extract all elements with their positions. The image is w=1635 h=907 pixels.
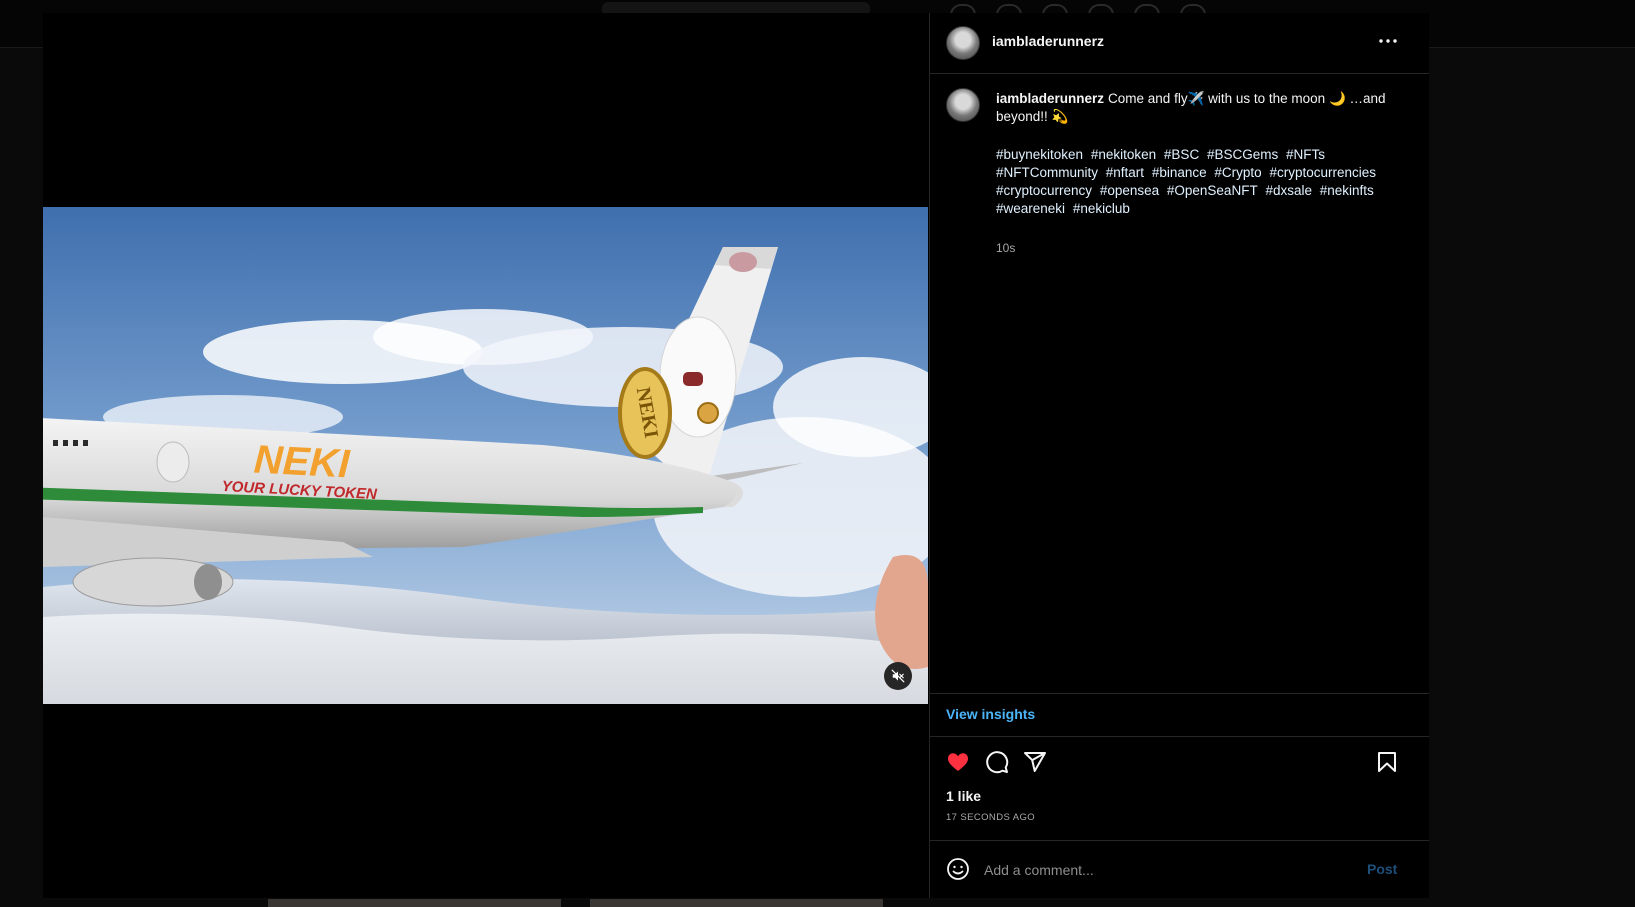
insights-row: View insights (930, 693, 1429, 737)
comment-input[interactable] (982, 858, 1356, 882)
header-username[interactable]: iambladerunnerz (992, 33, 1104, 49)
hashtag-link[interactable]: #OpenSeaNFT (1167, 183, 1258, 198)
hashtag-link[interactable]: #Crypto (1214, 165, 1261, 180)
emoji-button[interactable] (944, 855, 972, 883)
hashtag-link[interactable]: #nftart (1106, 165, 1144, 180)
more-horizontal-icon (1379, 39, 1397, 43)
hashtag-link[interactable]: #BSCGems (1207, 147, 1278, 162)
post-media: NEKI NEKI YOUR LUCKY TOKEN (43, 13, 928, 898)
hashtag-link[interactable]: #nekiclub (1073, 201, 1130, 216)
background-grid-thumbnail (590, 899, 883, 907)
more-options-button[interactable] (1376, 29, 1400, 53)
hashtag-link[interactable]: #opensea (1100, 183, 1159, 198)
hashtag-link[interactable]: #buynekitoken (996, 147, 1083, 162)
save-button[interactable] (1373, 748, 1401, 776)
avatar[interactable] (946, 26, 980, 60)
hashtag-link[interactable]: #NFTCommunity (996, 165, 1098, 180)
post-caption: iambladerunnerz Come and fly✈️ with us to… (996, 90, 1401, 126)
share-button[interactable] (1021, 748, 1049, 776)
hashtag-link[interactable]: #NFTs (1286, 147, 1325, 162)
hashtag-link[interactable]: #binance (1152, 165, 1207, 180)
hashtag-link[interactable]: #cryptocurrency (996, 183, 1092, 198)
post-header: iambladerunnerz (930, 13, 1429, 74)
speaker-muted-icon (891, 669, 905, 683)
caption-avatar[interactable] (946, 88, 980, 122)
background-grid-thumbnail (268, 899, 561, 907)
comment-button[interactable] (983, 748, 1011, 776)
hashtag-link[interactable]: #nekitoken (1091, 147, 1156, 162)
livery-title: NEKI (253, 438, 352, 487)
hashtag-link[interactable]: #nekinfts (1320, 183, 1374, 198)
hashtag-list: #buynekitoken #nekitoken #BSC #BSCGems #… (996, 146, 1401, 218)
video-player[interactable]: NEKI NEKI YOUR LUCKY TOKEN (43, 207, 928, 704)
hashtag-link[interactable]: #dxsale (1265, 183, 1312, 198)
view-insights-link[interactable]: View insights (946, 706, 1035, 722)
mute-toggle-button[interactable] (884, 662, 912, 690)
post-comment-button[interactable]: Post (1367, 861, 1397, 877)
comment-icon (986, 751, 1009, 774)
heart-icon (948, 753, 968, 771)
post-modal: NEKI NEKI YOUR LUCKY TOKEN iambladerunne… (43, 13, 1429, 898)
smiley-icon (947, 858, 969, 880)
video-frame: NEKI NEKI YOUR LUCKY TOKEN (43, 207, 928, 704)
hashtag-link[interactable]: #BSC (1164, 147, 1199, 162)
comment-composer: Post (930, 840, 1429, 899)
hashtag-link[interactable]: #weareneki (996, 201, 1065, 216)
hashtag-link[interactable]: #cryptocurrencies (1269, 165, 1376, 180)
post-sidebar: iambladerunnerz iambladerunnerz Come and … (929, 13, 1429, 898)
like-count[interactable]: 1 like (946, 788, 981, 804)
caption-username[interactable]: iambladerunnerz (996, 91, 1104, 106)
bookmark-icon (1378, 752, 1396, 772)
post-timestamp: 17 SECONDS AGO (946, 812, 1036, 823)
caption-timestamp: 10s (996, 241, 1016, 255)
like-button[interactable] (944, 748, 972, 776)
paper-plane-icon (1024, 752, 1046, 772)
